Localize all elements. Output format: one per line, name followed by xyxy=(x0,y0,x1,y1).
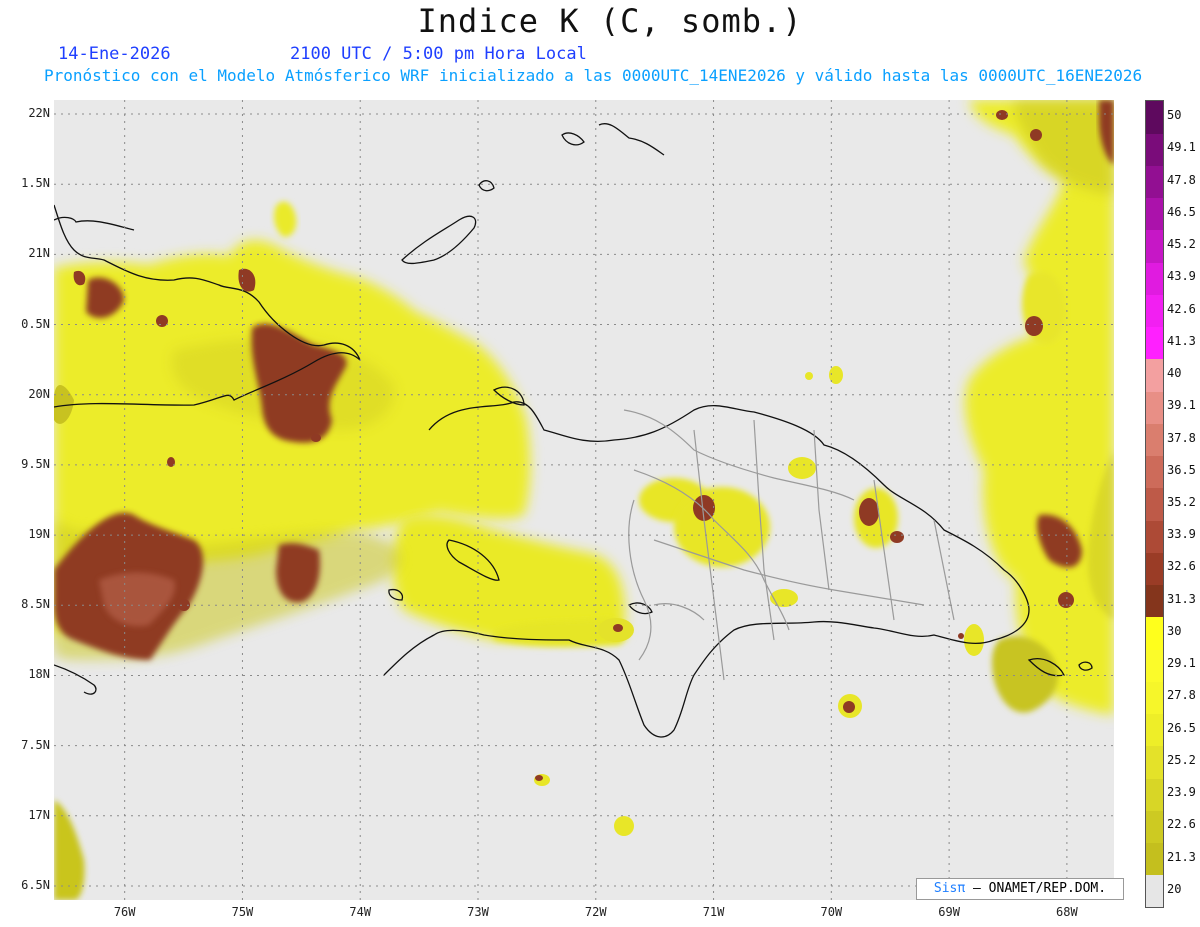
colorbar-segment xyxy=(1146,874,1163,908)
colorbar-label: 30 xyxy=(1167,623,1182,638)
lat-tick-label: 20N xyxy=(28,386,50,401)
colorbar-label: 26.5 xyxy=(1167,720,1196,735)
colorbar-segment xyxy=(1146,681,1163,715)
colorbar-label: 39.1 xyxy=(1167,398,1196,413)
lon-tick-label: 68W xyxy=(1056,905,1078,919)
colorbar-label: 49.1 xyxy=(1167,140,1196,155)
colorbar-label: 23.9 xyxy=(1167,785,1196,800)
colorbar-label: 33.9 xyxy=(1167,527,1196,542)
colorbar-segment xyxy=(1146,842,1163,876)
colorbar-segment xyxy=(1146,294,1163,328)
colorbar-label: 31.3 xyxy=(1167,591,1196,606)
colorbar-segment xyxy=(1146,810,1163,843)
colorbar-segment xyxy=(1146,229,1163,263)
lat-tick-label: 22N xyxy=(28,106,50,121)
colorbar-segment xyxy=(1146,520,1163,553)
forecast-time: 2100 UTC / 5:00 pm Hora Local xyxy=(290,44,587,64)
lat-tick-label: 21N xyxy=(28,246,50,261)
colorbar-label: 50 xyxy=(1167,108,1182,123)
colorbar-segment xyxy=(1146,745,1163,779)
credit-logo: Sisπ xyxy=(933,881,966,896)
colorbar-label: 41.3 xyxy=(1167,333,1196,348)
k-index-map xyxy=(54,100,1114,900)
colorbar-label: 40 xyxy=(1167,366,1182,381)
lon-tick-label: 75W xyxy=(231,905,254,919)
forecast-date: 14-Ene-2026 xyxy=(58,44,171,64)
colorbar-label: 35.2 xyxy=(1167,495,1196,509)
lat-tick-label: 18N xyxy=(28,667,50,682)
lat-tick-label: 0.5N xyxy=(21,316,50,331)
model-info: Pronóstico con el Modelo Atmósferico WRF… xyxy=(44,66,1143,85)
lon-tick-label: 74W xyxy=(349,905,372,919)
colorbar-segment xyxy=(1146,326,1163,360)
colorbar-segment xyxy=(1146,778,1163,811)
colorbar-label: 29.1 xyxy=(1167,656,1196,671)
lat-tick-label: 9.5N xyxy=(21,456,50,471)
colorbar-segment xyxy=(1146,101,1163,134)
colorbar-segment xyxy=(1146,133,1163,166)
lat-tick-label: 7.5N xyxy=(21,737,50,752)
colorbar-label: 27.8 xyxy=(1167,688,1196,703)
colorbar-label: 45.2 xyxy=(1167,237,1196,252)
lat-tick-label: 17N xyxy=(28,807,50,822)
colorbar-label: 36.5 xyxy=(1167,462,1196,477)
colorbar-segment xyxy=(1146,423,1163,457)
colorbar-label: 37.8 xyxy=(1167,430,1196,445)
lon-tick-label: 73W xyxy=(467,905,489,919)
chart-title: Indice K (C, somb.) xyxy=(417,2,803,40)
colorbar-segment xyxy=(1146,165,1163,199)
colorbar-segment xyxy=(1146,262,1163,295)
colorbar-segment xyxy=(1146,391,1163,424)
lon-tick-label: 72W xyxy=(584,905,607,919)
colorbar-label: 43.9 xyxy=(1167,269,1196,284)
colorbar-label: 20 xyxy=(1167,881,1182,896)
colorbar-segment xyxy=(1146,616,1163,650)
colorbar-segment xyxy=(1146,487,1163,521)
credit-text: – ONAMET/REP.DOM. xyxy=(973,881,1107,896)
colorbar-label: 25.2 xyxy=(1167,752,1196,767)
colorbar xyxy=(1145,100,1164,908)
colorbar-segment xyxy=(1146,197,1163,231)
credit-box: Sisπ – ONAMET/REP.DOM. xyxy=(916,878,1124,900)
colorbar-label: 32.6 xyxy=(1167,559,1196,574)
lat-tick-label: 8.5N xyxy=(21,597,50,612)
lon-tick-label: 71W xyxy=(702,905,725,919)
colorbar-label: 47.8 xyxy=(1167,172,1196,187)
colorbar-label: 42.6 xyxy=(1167,301,1196,316)
colorbar-label: 21.3 xyxy=(1167,849,1196,864)
colorbar-segment xyxy=(1146,649,1163,682)
colorbar-segment xyxy=(1146,713,1163,747)
colorbar-label: 46.5 xyxy=(1167,204,1196,219)
lon-tick-label: 70W xyxy=(820,905,843,919)
lon-tick-label: 69W xyxy=(938,905,960,919)
colorbar-segment xyxy=(1146,358,1163,392)
colorbar-segment xyxy=(1146,584,1163,618)
lon-tick-label: 76W xyxy=(113,905,136,919)
colorbar-segment xyxy=(1146,455,1163,489)
colorbar-segment xyxy=(1146,552,1163,586)
lat-tick-label: 6.5N xyxy=(21,877,50,892)
lat-tick-label: 19N xyxy=(28,527,50,542)
colorbar-label: 22.6 xyxy=(1167,817,1196,832)
lat-tick-label: 1.5N xyxy=(21,176,50,191)
